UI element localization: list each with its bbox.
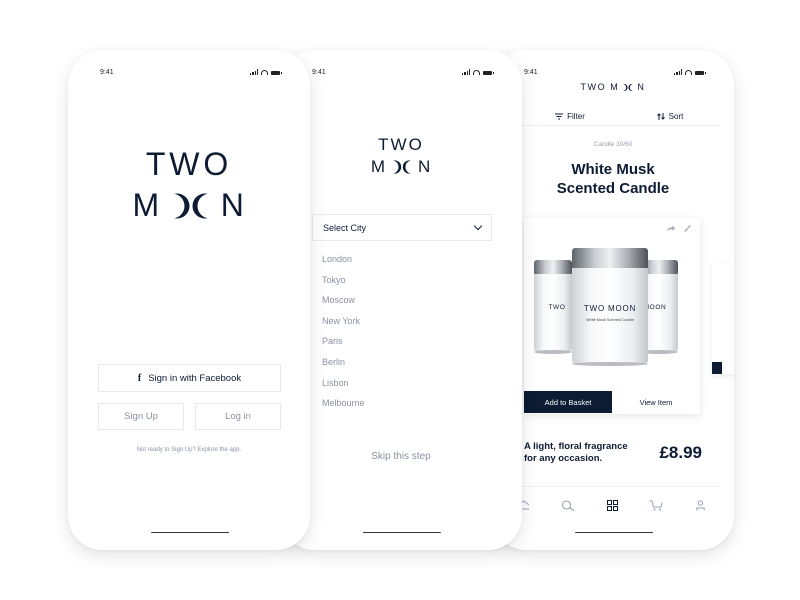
explore-link[interactable]: Not ready to Sign Up? Explore the app.: [68, 447, 310, 453]
next-product-button[interactable]: [712, 362, 722, 374]
tabbar-divider: [510, 486, 720, 487]
city-select-label: Select City: [323, 222, 367, 233]
description-line1: A light, floral fragrance: [524, 441, 628, 452]
edit-icon[interactable]: [684, 225, 691, 232]
logo-letter-n: N: [220, 187, 246, 223]
city-option[interactable]: London: [322, 254, 365, 275]
candle-jar-center: TWO MOON White Musk Scented Candle: [572, 248, 648, 366]
wifi-icon: [473, 70, 480, 75]
signal-icon: [674, 69, 682, 75]
product-description: A light, floral fragrance for any occasi…: [524, 441, 644, 465]
city-select[interactable]: Select City: [312, 214, 492, 241]
logo-letter-m: M: [370, 157, 386, 176]
city-option[interactable]: Paris: [322, 336, 365, 357]
card-actions: [667, 225, 691, 232]
search-icon: [561, 499, 575, 511]
logo-letter-m: M: [132, 187, 161, 223]
signal-icon: [250, 69, 258, 75]
grid-icon: [606, 499, 618, 511]
sort-icon: [656, 113, 665, 120]
status-icons: [462, 69, 494, 75]
signal-icon: [462, 69, 470, 75]
facebook-signin-button[interactable]: f Sign in with Facebook: [98, 364, 281, 392]
battery-icon: [271, 70, 282, 75]
filter-sort-toolbar: Filter Sort: [520, 108, 720, 126]
city-option[interactable]: Moscow: [322, 295, 365, 316]
add-to-basket-button[interactable]: Add to Basket: [524, 391, 612, 413]
filter-icon: [555, 113, 564, 120]
next-product-card[interactable]: [712, 264, 734, 374]
city-screen: 9:41 TWO M N Select City London Tokyo Mo…: [280, 50, 522, 550]
basket-icon: [649, 500, 663, 510]
share-icon[interactable]: [667, 225, 675, 232]
product-screen: 9:41 TWO M N Filter Sort Candle 30/60 Wh…: [492, 50, 734, 550]
facebook-icon: f: [137, 372, 142, 384]
jar-subtitle: White Musk Scented Candle: [586, 318, 634, 322]
product-price: £8.99: [659, 443, 702, 462]
product-category: Candle 30/60: [593, 141, 633, 148]
home-indicator: [151, 531, 229, 533]
facebook-signin-label: Sign in with Facebook: [148, 372, 242, 384]
tab-search[interactable]: [558, 498, 578, 512]
logo-word-two: TWO: [580, 82, 607, 92]
signin-screen: 9:41 TWO M N f Sign in with Facebook Sig…: [68, 50, 310, 550]
battery-icon: [483, 70, 494, 75]
home-indicator: [363, 531, 441, 533]
chevron-down-icon: [473, 221, 483, 230]
sort-label: Sort: [668, 112, 684, 121]
wifi-icon: [685, 70, 692, 75]
city-option[interactable]: New York: [322, 316, 365, 337]
jar-brand-label: TWO MOON: [583, 304, 637, 313]
logo-letter-n: N: [417, 157, 432, 176]
city-option[interactable]: Berlin: [322, 357, 365, 378]
city-option[interactable]: Lisbon: [322, 378, 365, 399]
logo-line-1: TWO: [378, 135, 424, 154]
filter-label: Filter: [567, 112, 585, 121]
candle-jar-left: TWO: [534, 260, 572, 354]
status-icons: [674, 69, 706, 75]
status-time: 9:41: [524, 69, 538, 76]
skip-button[interactable]: Skip this step: [280, 451, 522, 462]
product-title: White Musk Scented Candle: [492, 160, 734, 198]
brand-logo: TWO M N: [492, 82, 734, 92]
logo-letter-n: N: [637, 82, 646, 92]
tab-browse[interactable]: [602, 498, 622, 512]
moon-icon: [162, 193, 219, 218]
sort-button[interactable]: Sort: [620, 108, 720, 125]
profile-icon: [695, 499, 705, 510]
city-list: London Tokyo Moscow New York Paris Berli…: [322, 254, 365, 419]
tab-basket[interactable]: [646, 498, 666, 512]
bottom-tab-bar: [514, 498, 710, 512]
wifi-icon: [261, 70, 268, 75]
status-time: 9:41: [312, 69, 326, 76]
brand-logo: TWO M N: [280, 136, 522, 177]
city-option[interactable]: Melbourne: [322, 398, 365, 419]
status-icons: [250, 69, 282, 75]
logo-line-1: TWO: [145, 146, 233, 182]
description-line2: for any occasion.: [524, 453, 603, 464]
city-option[interactable]: Tokyo: [322, 275, 365, 296]
status-time: 9:41: [100, 69, 114, 76]
logo-letter-m: M: [610, 82, 620, 92]
home-indicator: [575, 531, 653, 533]
filter-button[interactable]: Filter: [520, 108, 620, 125]
login-button[interactable]: Log in: [195, 403, 281, 430]
signup-button[interactable]: Sign Up: [98, 403, 184, 430]
product-title-line1: White Musk: [571, 161, 655, 178]
view-item-button[interactable]: View Item: [612, 391, 700, 413]
product-card: TWO MOON TWO MOON White Musk Scented Can…: [524, 218, 700, 414]
moon-icon: [620, 83, 637, 91]
product-title-line2: Scented Candle: [556, 180, 670, 197]
moon-icon: [386, 160, 417, 174]
brand-logo: TWO M N: [68, 148, 310, 224]
battery-icon: [695, 70, 706, 75]
tab-profile[interactable]: [690, 498, 710, 512]
jar-brand-label: TWO: [548, 304, 566, 311]
